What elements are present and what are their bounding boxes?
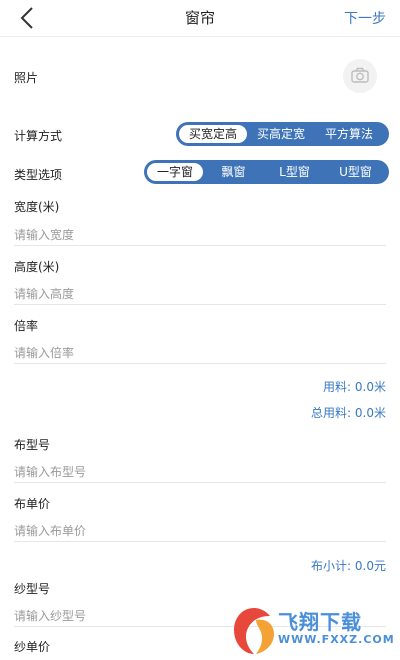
type-option-label: 类型选项 [14,168,63,182]
height-label: 高度(米) [14,260,60,274]
ratio-input[interactable] [14,343,386,364]
type-option-u-shape[interactable]: U型窗 [325,163,386,181]
fabric-subtotal-stat: 布小计: 0.0元 [311,559,386,573]
top-bar: 窗帘 下一步 [0,0,400,37]
gauze-price-label: 纱单价 [14,640,51,654]
width-label: 宽度(米) [14,200,60,214]
total-material-stat: 总用料: 0.0米 [311,406,386,420]
material-stat: 用料: 0.0米 [323,380,386,394]
type-option-bay[interactable]: 飘窗 [203,163,264,181]
calc-option-buy-width[interactable]: 买宽定高 [179,125,247,143]
calc-method-label: 计算方式 [14,129,63,143]
width-input[interactable] [14,225,386,246]
type-option-l-shape[interactable]: L型窗 [264,163,325,181]
calc-option-buy-height[interactable]: 买高定宽 [247,125,315,143]
fabric-price-label: 布单价 [14,497,51,511]
watermark-logo-icon [234,608,274,654]
type-option-straight[interactable]: 一字窗 [147,163,203,181]
next-step-button[interactable]: 下一步 [344,8,386,28]
calc-option-square[interactable]: 平方算法 [315,125,383,143]
photo-label: 照片 [14,71,39,85]
watermark-text: 飞翔下载 [278,610,362,634]
calc-method-segmented: 买宽定高 买高定宽 平方算法 [176,122,389,146]
fabric-model-input[interactable] [14,462,386,483]
fabric-price-input[interactable] [14,521,386,542]
camera-icon [351,67,369,83]
watermark-url: WWW.FXXZ.COM [278,633,395,646]
ratio-label: 倍率 [14,319,39,333]
page-title: 窗帘 [184,9,215,27]
fabric-model-label: 布型号 [14,438,51,452]
camera-button[interactable] [343,59,377,93]
height-input[interactable] [14,284,386,305]
type-option-segmented: 一字窗 飘窗 L型窗 U型窗 [144,160,389,184]
watermark: 飞翔下载 WWW.FXXZ.COM [230,600,400,660]
gauze-model-label: 纱型号 [14,582,51,596]
